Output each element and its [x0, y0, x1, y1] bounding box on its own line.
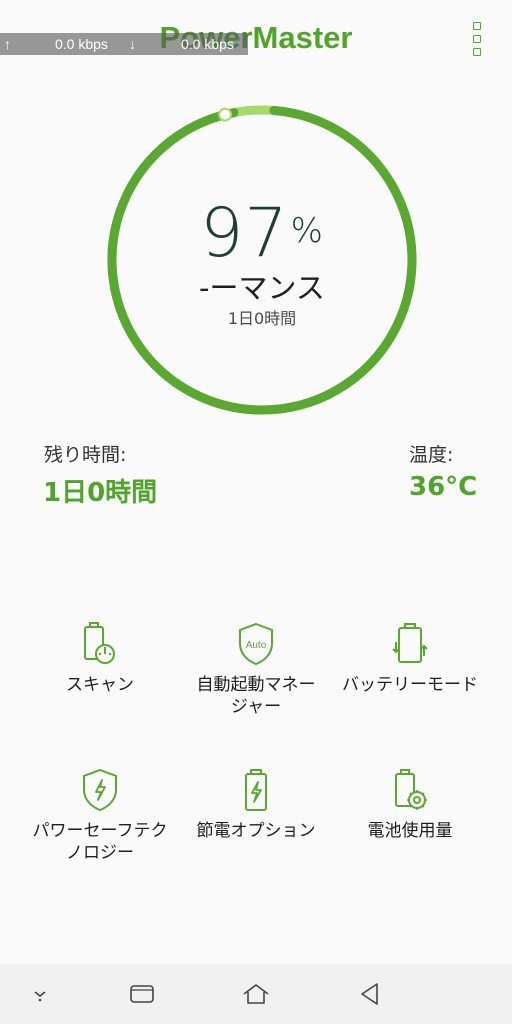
feature-power-safe-technology-label: パワーセーフテク ノロジー: [20, 820, 180, 864]
recents-icon: [130, 985, 154, 1003]
nav-recents-button[interactable]: [122, 978, 162, 1010]
feature-scan[interactable]: スキャン: [20, 620, 180, 696]
chevron-down-icon: [34, 991, 46, 1002]
feature-battery-mode[interactable]: バッテリーモード: [330, 620, 490, 696]
nav-back-button[interactable]: [350, 978, 390, 1010]
power-mode-text: -ーマンス: [199, 271, 325, 305]
battery-cap: [228, 150, 294, 164]
nav-home-button[interactable]: [236, 978, 276, 1010]
battery-gauge[interactable]: 97% -ーマンス 1日0時間: [104, 102, 420, 418]
nav-hide-button[interactable]: [20, 978, 60, 1010]
feature-auto-start-manager-label: 自動起動マネー ジャー: [176, 674, 336, 718]
percent-symbol: %: [290, 211, 324, 251]
battery-gear-icon: [395, 769, 427, 810]
battery-bolt-icon: [245, 769, 267, 811]
feature-power-safe-technology-label-line1: パワーセーフテク: [32, 821, 168, 841]
shield-bolt-icon: [83, 768, 117, 812]
gauge-ring-knob: [218, 107, 233, 122]
feature-power-saving-options-label: 節電オプション: [196, 821, 316, 841]
battery-percent-value: 97: [200, 194, 289, 273]
feature-power-safe-technology[interactable]: パワーセーフテク ノロジー: [20, 766, 180, 864]
temperature-value: 36°C: [409, 472, 478, 502]
remaining-time-small: 1日0時間: [227, 309, 297, 328]
auto-shield-icon: Auto: [239, 622, 273, 666]
feature-power-saving-options[interactable]: 節電オプション: [176, 766, 336, 842]
feature-battery-mode-label: バッテリーモード: [342, 675, 478, 695]
temperature-label: 温度:: [409, 444, 454, 466]
feature-auto-start-manager-label-line1: 自動起動マネー: [196, 675, 316, 695]
feature-battery-usage-label: 電池使用量: [367, 821, 453, 841]
feature-auto-start-manager-label-line2: ジャー: [230, 697, 282, 717]
battery-speedometer-icon: [84, 622, 115, 664]
network-speed-overlay: ↑ 0.0 kbps ↓ 0.0 kbps: [0, 33, 248, 55]
battery-percent: 97%: [104, 194, 420, 273]
home-icon: [243, 984, 269, 1004]
auto-icon-text: Auto: [246, 640, 267, 651]
upload-arrow-icon: ↑: [4, 36, 11, 52]
feature-scan-label: スキャン: [66, 675, 134, 695]
back-icon: [361, 983, 378, 1005]
download-speed: 0.0 kbps: [181, 36, 234, 52]
remaining-time-value: 1日0時間: [43, 478, 158, 508]
feature-power-safe-technology-label-line2: ノロジー: [66, 843, 134, 863]
download-arrow-icon: ↓: [129, 36, 136, 52]
feature-auto-start-manager[interactable]: Auto 自動起動マネー ジャー: [176, 620, 336, 718]
battery-cycle-icon: [392, 623, 428, 663]
system-navigation-bar: [0, 964, 512, 1024]
upload-speed: 0.0 kbps: [55, 36, 108, 52]
remaining-time-label: 残り時間:: [44, 444, 127, 466]
feature-battery-usage[interactable]: 電池使用量: [330, 766, 490, 842]
